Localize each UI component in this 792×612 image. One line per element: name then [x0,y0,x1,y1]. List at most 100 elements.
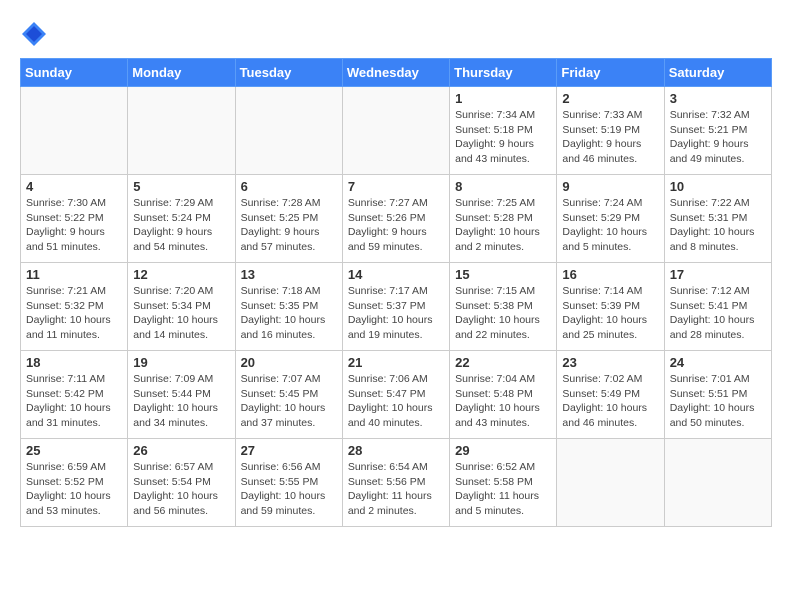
day-detail: Sunrise: 7:12 AM Sunset: 5:41 PM Dayligh… [670,284,766,343]
logo [20,20,52,48]
day-number: 21 [348,355,444,370]
calendar-cell: 4 Sunrise: 7:30 AM Sunset: 5:22 PM Daylig… [21,175,128,263]
calendar-cell: 6Sunrise: 7:28 AM Sunset: 5:25 PM Daylig… [235,175,342,263]
day-number: 15 [455,267,551,282]
day-detail: Sunrise: 7:07 AM Sunset: 5:45 PM Dayligh… [241,372,337,431]
day-number: 29 [455,443,551,458]
day-number: 14 [348,267,444,282]
day-number: 1 [455,91,551,106]
calendar-cell: 9 Sunrise: 7:24 AM Sunset: 5:29 PM Daylig… [557,175,664,263]
day-number: 6 [241,179,337,194]
calendar-cell [342,87,449,175]
day-detail: Sunrise: 6:57 AM Sunset: 5:54 PM Dayligh… [133,460,229,519]
calendar-cell: 15 Sunrise: 7:15 AM Sunset: 5:38 PM Dayli… [450,263,557,351]
calendar-cell: 21 Sunrise: 7:06 AM Sunset: 5:47 PM Dayli… [342,351,449,439]
day-number: 23 [562,355,658,370]
calendar-cell [128,87,235,175]
calendar-cell [557,439,664,527]
day-detail: Sunrise: 7:32 AM Sunset: 5:21 PM Dayligh… [670,108,766,167]
weekday-header: Wednesday [342,59,449,87]
calendar-cell: 12Sunrise: 7:20 AM Sunset: 5:34 PM Dayli… [128,263,235,351]
day-number: 17 [670,267,766,282]
calendar-cell: 14 Sunrise: 7:17 AM Sunset: 5:37 PM Dayli… [342,263,449,351]
day-detail: Sunrise: 7:25 AM Sunset: 5:28 PM Dayligh… [455,196,551,255]
day-detail: Sunrise: 7:15 AM Sunset: 5:38 PM Dayligh… [455,284,551,343]
calendar-week-row: 18 Sunrise: 7:11 AM Sunset: 5:42 PM Dayli… [21,351,772,439]
day-detail: Sunrise: 7:18 AM Sunset: 5:35 PM Dayligh… [241,284,337,343]
weekday-header: Tuesday [235,59,342,87]
day-number: 9 [562,179,658,194]
calendar-week-row: 1 Sunrise: 7:34 AM Sunset: 5:18 PM Daylig… [21,87,772,175]
calendar-cell: 5 Sunrise: 7:29 AM Sunset: 5:24 PM Daylig… [128,175,235,263]
calendar-cell [664,439,771,527]
day-detail: Sunrise: 7:30 AM Sunset: 5:22 PM Dayligh… [26,196,122,255]
calendar-cell: 17 Sunrise: 7:12 AM Sunset: 5:41 PM Dayli… [664,263,771,351]
calendar-cell: 20Sunrise: 7:07 AM Sunset: 5:45 PM Dayli… [235,351,342,439]
day-detail: Sunrise: 7:04 AM Sunset: 5:48 PM Dayligh… [455,372,551,431]
logo-icon [20,20,48,48]
day-number: 16 [562,267,658,282]
calendar-cell: 13 Sunrise: 7:18 AM Sunset: 5:35 PM Dayli… [235,263,342,351]
day-detail: Sunrise: 6:56 AM Sunset: 5:55 PM Dayligh… [241,460,337,519]
calendar-week-row: 11 Sunrise: 7:21 AM Sunset: 5:32 PM Dayli… [21,263,772,351]
day-number: 4 [26,179,122,194]
day-number: 11 [26,267,122,282]
day-number: 12 [133,267,229,282]
day-detail: Sunrise: 7:09 AM Sunset: 5:44 PM Dayligh… [133,372,229,431]
day-number: 25 [26,443,122,458]
calendar-cell: 29Sunrise: 6:52 AM Sunset: 5:58 PM Dayli… [450,439,557,527]
day-detail: Sunrise: 7:14 AM Sunset: 5:39 PM Dayligh… [562,284,658,343]
calendar-cell [235,87,342,175]
day-detail: Sunrise: 7:02 AM Sunset: 5:49 PM Dayligh… [562,372,658,431]
day-detail: Sunrise: 7:33 AM Sunset: 5:19 PM Dayligh… [562,108,658,167]
day-detail: Sunrise: 6:59 AM Sunset: 5:52 PM Dayligh… [26,460,122,519]
weekday-header: Sunday [21,59,128,87]
day-number: 5 [133,179,229,194]
day-detail: Sunrise: 7:17 AM Sunset: 5:37 PM Dayligh… [348,284,444,343]
calendar-cell: 10 Sunrise: 7:22 AM Sunset: 5:31 PM Dayli… [664,175,771,263]
calendar-cell: 28 Sunrise: 6:54 AM Sunset: 5:56 PM Dayli… [342,439,449,527]
calendar-cell: 24 Sunrise: 7:01 AM Sunset: 5:51 PM Dayli… [664,351,771,439]
day-detail: Sunrise: 7:21 AM Sunset: 5:32 PM Dayligh… [26,284,122,343]
day-detail: Sunrise: 7:24 AM Sunset: 5:29 PM Dayligh… [562,196,658,255]
day-number: 10 [670,179,766,194]
calendar-cell: 23 Sunrise: 7:02 AM Sunset: 5:49 PM Dayli… [557,351,664,439]
weekday-header: Friday [557,59,664,87]
day-detail: Sunrise: 7:34 AM Sunset: 5:18 PM Dayligh… [455,108,551,167]
day-number: 7 [348,179,444,194]
day-detail: Sunrise: 7:27 AM Sunset: 5:26 PM Dayligh… [348,196,444,255]
calendar-cell: 19 Sunrise: 7:09 AM Sunset: 5:44 PM Dayli… [128,351,235,439]
day-number: 28 [348,443,444,458]
day-detail: Sunrise: 7:01 AM Sunset: 5:51 PM Dayligh… [670,372,766,431]
day-detail: Sunrise: 7:29 AM Sunset: 5:24 PM Dayligh… [133,196,229,255]
day-detail: Sunrise: 6:54 AM Sunset: 5:56 PM Dayligh… [348,460,444,519]
calendar-cell: 18 Sunrise: 7:11 AM Sunset: 5:42 PM Dayli… [21,351,128,439]
calendar-cell: 8 Sunrise: 7:25 AM Sunset: 5:28 PM Daylig… [450,175,557,263]
calendar: SundayMondayTuesdayWednesdayThursdayFrid… [20,58,772,527]
calendar-cell: 16 Sunrise: 7:14 AM Sunset: 5:39 PM Dayli… [557,263,664,351]
calendar-cell: 25 Sunrise: 6:59 AM Sunset: 5:52 PM Dayli… [21,439,128,527]
weekday-header: Thursday [450,59,557,87]
weekday-header: Monday [128,59,235,87]
calendar-cell: 27 Sunrise: 6:56 AM Sunset: 5:55 PM Dayli… [235,439,342,527]
day-number: 27 [241,443,337,458]
calendar-cell: 1 Sunrise: 7:34 AM Sunset: 5:18 PM Daylig… [450,87,557,175]
calendar-cell: 26 Sunrise: 6:57 AM Sunset: 5:54 PM Dayli… [128,439,235,527]
day-number: 18 [26,355,122,370]
day-detail: Sunrise: 7:11 AM Sunset: 5:42 PM Dayligh… [26,372,122,431]
calendar-week-row: 25 Sunrise: 6:59 AM Sunset: 5:52 PM Dayli… [21,439,772,527]
day-detail: Sunrise: 7:22 AM Sunset: 5:31 PM Dayligh… [670,196,766,255]
calendar-cell [21,87,128,175]
day-number: 19 [133,355,229,370]
day-number: 3 [670,91,766,106]
day-number: 13 [241,267,337,282]
day-number: 2 [562,91,658,106]
day-detail: Sunrise: 7:06 AM Sunset: 5:47 PM Dayligh… [348,372,444,431]
page-header [20,20,772,48]
day-number: 26 [133,443,229,458]
day-number: 24 [670,355,766,370]
day-number: 8 [455,179,551,194]
calendar-cell: 3 Sunrise: 7:32 AM Sunset: 5:21 PM Daylig… [664,87,771,175]
calendar-cell: 22Sunrise: 7:04 AM Sunset: 5:48 PM Dayli… [450,351,557,439]
weekday-header-row: SundayMondayTuesdayWednesdayThursdayFrid… [21,59,772,87]
